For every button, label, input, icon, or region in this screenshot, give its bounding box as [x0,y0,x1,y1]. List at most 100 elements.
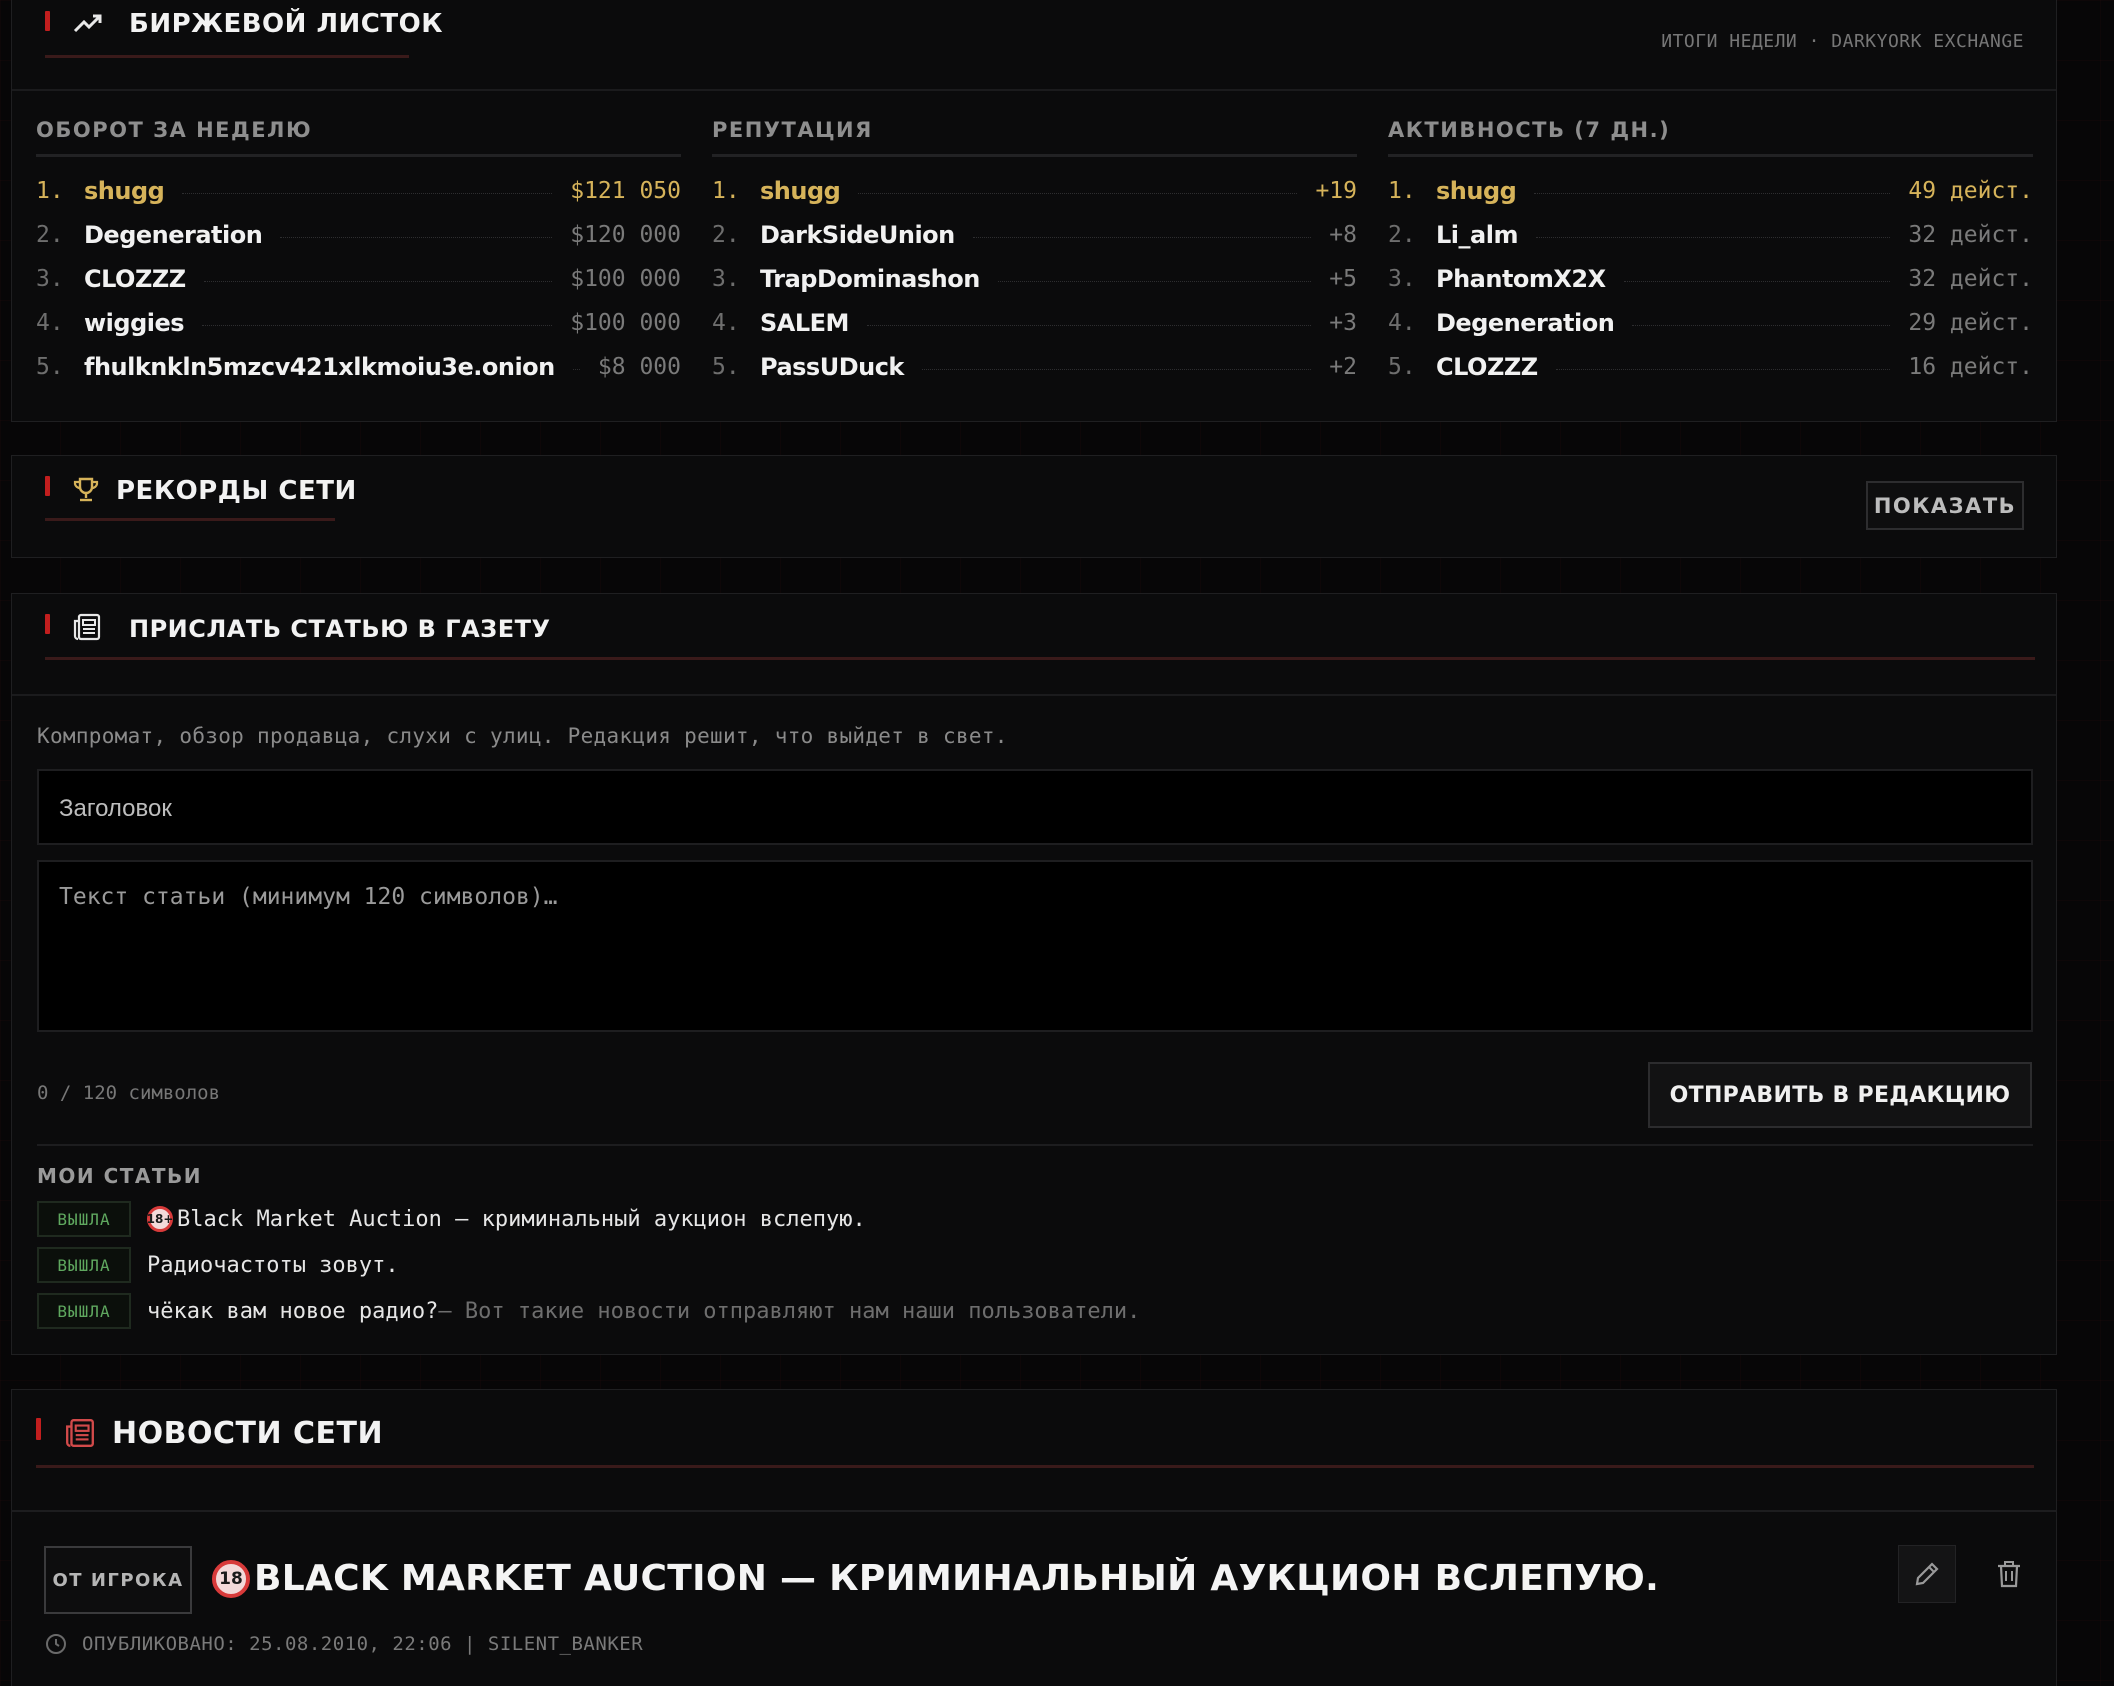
player-name[interactable]: TrapDominashon [760,265,980,293]
exchange-header: БИРЖЕВОЙ ЛИСТОК ИТОГИ НЕДЕЛИ · DARKYORK … [12,0,2056,91]
publish-info: ОПУБЛИКОВАНО: 25.08.2010, 22:06 | SILENT… [82,1633,644,1655]
news-headline[interactable]: 18 BLACK MARKET AUCTION — КРИМИНАЛЬНЫЙ А… [212,1558,1659,1599]
rank: 5. [712,354,740,380]
dot-leader [280,236,553,238]
activity-column: АКТИВНОСТЬ (7 ДН.) 1. shugg 49 дейст. 2. Li… [1388,107,2033,389]
list-item[interactable]: 4. wiggies $100 000 [36,301,681,345]
rank: 2. [712,222,740,248]
article-title-input[interactable]: Заголовок [37,769,2033,845]
list-item[interactable]: 2. Degeneration $120 000 [36,213,681,257]
value: +2 [1329,354,1357,380]
article-body-textarea[interactable]: Текст статьи (минимум 120 символов)… [37,860,2033,1032]
article-title[interactable]: Black Market Auction — криминальный аукц… [177,1207,866,1232]
player-name[interactable]: PhantomX2X [1436,265,1606,293]
dot-leader [202,324,553,326]
rank: 1. [1388,178,1416,204]
value: $100 000 [570,266,681,292]
submit-article-panel: ПРИСЛАТЬ СТАТЬЮ В ГАЗЕТУ Компромат, обзо… [11,593,2057,1355]
delete-button[interactable] [1980,1545,2038,1603]
submit-description: Компромат, обзор продавца, слухи с улиц.… [37,724,1008,748]
trophy-icon [72,476,100,508]
accent-mark [45,476,50,496]
character-counter: 0 / 120 символов [37,1082,221,1104]
player-name[interactable]: shugg [1436,177,1517,205]
dot-leader [1535,236,1891,238]
news-header-panel: НОВОСТИ СЕТИ [11,1389,2057,1511]
show-records-button[interactable]: ПОКАЗАТЬ [1866,481,2024,530]
rank: 3. [712,266,740,292]
player-name[interactable]: SALEM [760,309,849,337]
submit-header: ПРИСЛАТЬ СТАТЬЮ В ГАЗЕТУ [12,594,2056,696]
list-item[interactable]: 5. fhulknkln5mzcv421xlkmoiu3e.onion $8 000 [36,345,681,389]
edit-button[interactable] [1898,1545,1956,1603]
rank: 4. [36,310,64,336]
dot-leader [972,236,1312,238]
rank: 1. [36,178,64,204]
player-name[interactable]: wiggies [84,309,185,337]
list-item[interactable]: 3. TrapDominashon +5 [712,257,1357,301]
list-item[interactable]: 2. DarkSideUnion +8 [712,213,1357,257]
publish-meta: ОПУБЛИКОВАНО: 25.08.2010, 22:06 | SILENT… [44,1632,643,1656]
article-title[interactable]: чёкак вам новое радио? [147,1299,438,1324]
status-badge: ВЫШЛА [37,1293,131,1329]
headline-text: BLACK MARKET AUCTION — КРИМИНАЛЬНЫЙ АУКЦ… [254,1558,1660,1599]
newspaper-icon [72,612,102,646]
player-name[interactable]: Li_alm [1436,221,1518,249]
my-articles-title: МОИ СТАТЬИ [37,1164,203,1188]
list-item[interactable]: 4. SALEM +3 [712,301,1357,345]
dot-leader [858,192,1298,194]
player-name[interactable]: shugg [84,177,165,205]
list-item[interactable]: 2. Li_alm 32 дейст. [1388,213,2033,257]
player-name[interactable]: shugg [760,177,841,205]
player-name[interactable]: CLOZZZ [1436,353,1538,381]
rank: 3. [36,266,64,292]
player-name[interactable]: fhulknkln5mzcv421xlkmoiu3e.onion [84,353,555,381]
rank: 1. [712,178,740,204]
dot-leader [921,368,1312,370]
rank: 4. [1388,310,1416,336]
rank: 3. [1388,266,1416,292]
news-item-card: ОТ ИГРОКА 18 BLACK MARKET AUCTION — КРИМ… [11,1510,2057,1686]
value: $8 000 [597,354,681,380]
list-item[interactable]: 3. CLOZZZ $100 000 [36,257,681,301]
dot-leader [1555,368,1891,370]
player-name[interactable]: CLOZZZ [84,265,186,293]
send-to-editor-button[interactable]: ОТПРАВИТЬ В РЕДАКЦИЮ [1648,1062,2032,1128]
exchange-panel: БИРЖЕВОЙ ЛИСТОК ИТОГИ НЕДЕЛИ · DARKYORK … [11,0,2057,422]
player-name[interactable]: Degeneration [1436,309,1615,337]
player-name[interactable]: PassUDuck [760,353,904,381]
my-article-item[interactable]: ВЫШЛА чёкак вам новое радио? — Вот такие… [37,1291,1140,1331]
records-title: РЕКОРДЫ СЕТИ [116,476,357,506]
dot-leader [203,280,553,282]
list-item[interactable]: 5. PassUDuck +2 [712,345,1357,389]
title-underline [45,657,2035,660]
value: +19 [1315,178,1357,204]
article-title[interactable]: Радиочастоты зовут. [147,1253,399,1278]
value: 16 дейст. [1908,354,2033,380]
dot-leader [1632,324,1891,326]
status-badge: ВЫШЛА [37,1201,131,1237]
title-underline [45,55,409,58]
rank: 2. [1388,222,1416,248]
value: 29 дейст. [1908,310,2033,336]
list-item[interactable]: 5. CLOZZZ 16 дейст. [1388,345,2033,389]
pencil-icon [1915,1562,1939,1586]
player-name[interactable]: Degeneration [84,221,263,249]
value: $120 000 [570,222,681,248]
my-article-item[interactable]: ВЫШЛА Радиочастоты зовут. [37,1245,399,1285]
clock-icon [46,1634,66,1654]
age-restricted-icon: 18+ [147,1206,173,1232]
list-item[interactable]: 4. Degeneration 29 дейст. [1388,301,2033,345]
list-item[interactable]: 1. shugg $121 050 [36,169,681,213]
list-item[interactable]: 3. PhantomX2X 32 дейст. [1388,257,2033,301]
player-name[interactable]: DarkSideUnion [760,221,955,249]
from-player-tag: ОТ ИГРОКА [44,1546,192,1614]
dot-leader [1623,280,1891,282]
dot-leader [997,280,1312,282]
list-item[interactable]: 1. shugg 49 дейст. [1388,169,2033,213]
value: +3 [1329,310,1357,336]
value: +5 [1329,266,1357,292]
dot-leader [1534,192,1891,194]
my-article-item[interactable]: ВЫШЛА 18+ Black Market Auction — кримина… [37,1199,866,1239]
list-item[interactable]: 1. shugg +19 [712,169,1357,213]
